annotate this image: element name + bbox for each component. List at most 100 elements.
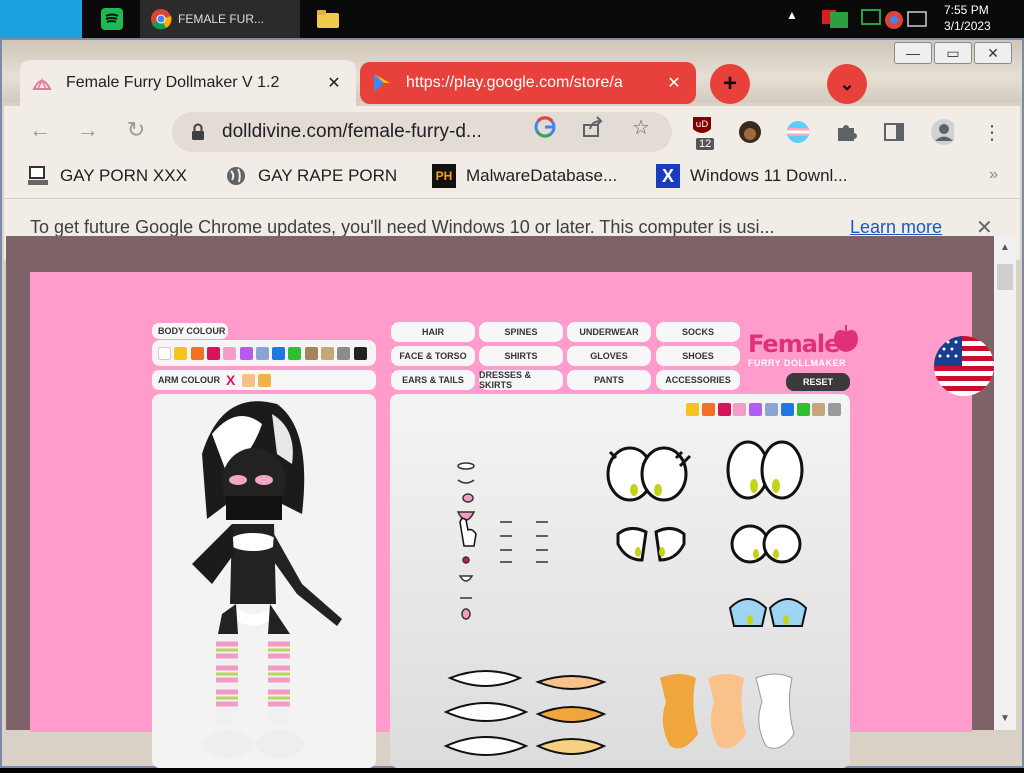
bookmarks-overflow-icon[interactable]: » (989, 166, 998, 184)
arm-colour-reset-icon[interactable]: X (226, 372, 235, 388)
folder-icon (317, 10, 339, 28)
extensions-puzzle-icon[interactable] (834, 120, 858, 144)
category-button-underwear[interactable]: UNDERWEAR (567, 322, 651, 342)
back-arrow-icon[interactable]: ← (26, 116, 54, 144)
eyes-option-2 (726, 440, 804, 500)
tab-search-button[interactable]: ⌄ (827, 64, 867, 104)
ph-icon: PH (432, 164, 456, 188)
parts-colour-swatch[interactable] (701, 403, 715, 416)
arm-colour-swatch[interactable] (258, 374, 271, 387)
close-window-button[interactable]: ✕ (974, 42, 1012, 64)
category-button-shoes[interactable]: SHOES (656, 346, 740, 366)
category-button-ears-tails[interactable]: EARS & TAILS (391, 370, 475, 390)
parts-colour-swatch[interactable] (733, 403, 747, 416)
scroll-down-arrow-icon[interactable]: ▼ (1000, 713, 1010, 724)
clock-time: 7:55 PM (944, 3, 989, 17)
body-colour-swatch[interactable] (288, 347, 302, 360)
parts-colour-swatch[interactable] (717, 403, 731, 416)
eyes-option-3 (616, 527, 686, 562)
bookmark-label: GAY RAPE PORN (258, 166, 398, 185)
parts-colour-swatch[interactable] (780, 403, 794, 416)
body-colour-swatch[interactable] (158, 347, 171, 360)
category-button-hair[interactable]: HAIR (391, 322, 475, 342)
parts-grid[interactable] (390, 394, 850, 768)
eyes-option-4 (730, 524, 802, 564)
tray-icon-group (822, 9, 927, 29)
toolbar: ← → ↻ dolldivine.com/female-furry-d... ☆… (4, 106, 1020, 154)
chrome-icon (151, 9, 172, 30)
body-colour-swatch[interactable] (255, 347, 269, 360)
category-button-pants[interactable]: PANTS (567, 370, 651, 390)
muzzle-options (443, 670, 607, 756)
parts-colour-swatch[interactable] (828, 403, 842, 416)
category-button-face-torso[interactable]: FACE & TORSO (391, 346, 475, 366)
body-colour-swatch[interactable] (304, 347, 318, 360)
body-colour-swatch[interactable] (223, 347, 237, 360)
category-button-gloves[interactable]: GLOVES (567, 346, 651, 366)
parts-colour-swatch[interactable] (686, 403, 699, 416)
tab-female-furry-dollmaker[interactable]: Female Furry Dollmaker V 1.2 ✕ (20, 60, 356, 106)
google-lens-icon[interactable] (534, 116, 556, 138)
bookmark-gay-porn-xxx[interactable]: GAY PORN XXX (26, 164, 187, 188)
body-colour-swatch[interactable] (272, 347, 286, 360)
spotify-taskbar-button[interactable] (90, 0, 134, 38)
body-colour-swatch[interactable] (174, 347, 188, 360)
maximize-button[interactable]: ▭ (934, 42, 972, 64)
tab-close-icon[interactable]: ✕ (324, 73, 344, 93)
forward-arrow-icon[interactable]: → (74, 116, 102, 144)
hand-cursor-icon (459, 517, 477, 547)
bookmark-malware-database[interactable]: PH MalwareDatabase... (432, 164, 617, 188)
category-button-accessories[interactable]: ACCESSORIES (656, 370, 740, 390)
body-colour-swatch[interactable] (353, 347, 367, 360)
body-colour-swatch[interactable] (239, 347, 253, 360)
scroll-up-arrow-icon[interactable]: ▲ (1000, 242, 1010, 253)
body-colour-swatch[interactable] (190, 347, 204, 360)
tab-title: https://play.google.com/store/a (406, 74, 623, 91)
parts-colour-swatch[interactable] (749, 403, 763, 416)
parts-colour-swatch[interactable] (765, 403, 778, 416)
clock[interactable]: 7:55 PM 3/1/2023 (944, 2, 991, 34)
tab-close-icon[interactable]: ✕ (664, 73, 684, 93)
category-button-shirts[interactable]: SHIRTS (479, 346, 563, 366)
category-button-dresses-skirts[interactable]: DRESSES & SKIRTS (479, 370, 563, 390)
tray-icons (820, 6, 940, 34)
us-flag-icon[interactable] (934, 336, 994, 396)
chrome-menu-icon[interactable]: ⋮ (980, 120, 1004, 144)
window-controls: — ▭ ✕ (894, 42, 1012, 64)
clock-date: 3/1/2023 (944, 19, 991, 33)
extension-badge: 12 (696, 138, 715, 150)
trans-flag-extension-icon[interactable] (786, 120, 810, 144)
share-icon[interactable] (582, 116, 604, 138)
start-button[interactable] (0, 0, 82, 38)
spotify-icon (101, 8, 123, 30)
bookmark-label: Windows 11 Downl... (690, 166, 848, 185)
scroll-thumb[interactable] (997, 264, 1013, 290)
reset-button[interactable]: RESET (786, 373, 850, 391)
page-scrollbar[interactable]: ▲ ▼ (994, 236, 1016, 730)
arm-colour-swatch[interactable] (242, 374, 255, 387)
body-colour-swatch[interactable] (321, 347, 334, 360)
bookmark-windows-11-download[interactable]: X Windows 11 Downl... (656, 164, 847, 188)
parts-colour-swatch[interactable] (796, 403, 810, 416)
tray-expand-icon[interactable]: ▲ (786, 8, 798, 22)
body-colour-swatch[interactable] (206, 347, 220, 360)
chrome-taskbar-button[interactable]: FEMALE FUR... (140, 0, 300, 38)
parts-colour-swatch[interactable] (812, 403, 826, 416)
learn-more-link[interactable]: Learn more (850, 217, 942, 238)
new-tab-button[interactable]: + (710, 64, 750, 104)
avatar-extension-icon[interactable] (738, 120, 762, 144)
computer-icon (26, 164, 50, 188)
category-button-spines[interactable]: SPINES (479, 322, 563, 342)
profile-avatar-icon[interactable] (930, 119, 954, 145)
minimize-button[interactable]: — (894, 42, 932, 64)
bookmark-star-icon[interactable]: ☆ (630, 116, 652, 139)
side-panel-icon[interactable] (882, 120, 906, 144)
body-colour-swatch[interactable] (337, 347, 351, 360)
bookmark-gay-rape-porn[interactable]: GAY RAPE PORN (224, 164, 397, 188)
category-button-socks[interactable]: SOCKS (656, 322, 740, 342)
shell-favicon-icon (32, 73, 52, 93)
eyes-option-5 (728, 598, 808, 627)
file-explorer-taskbar-button[interactable] (306, 0, 350, 38)
reload-icon[interactable]: ↻ (122, 116, 150, 144)
tab-play-store[interactable]: https://play.google.com/store/a ✕ (360, 62, 696, 104)
